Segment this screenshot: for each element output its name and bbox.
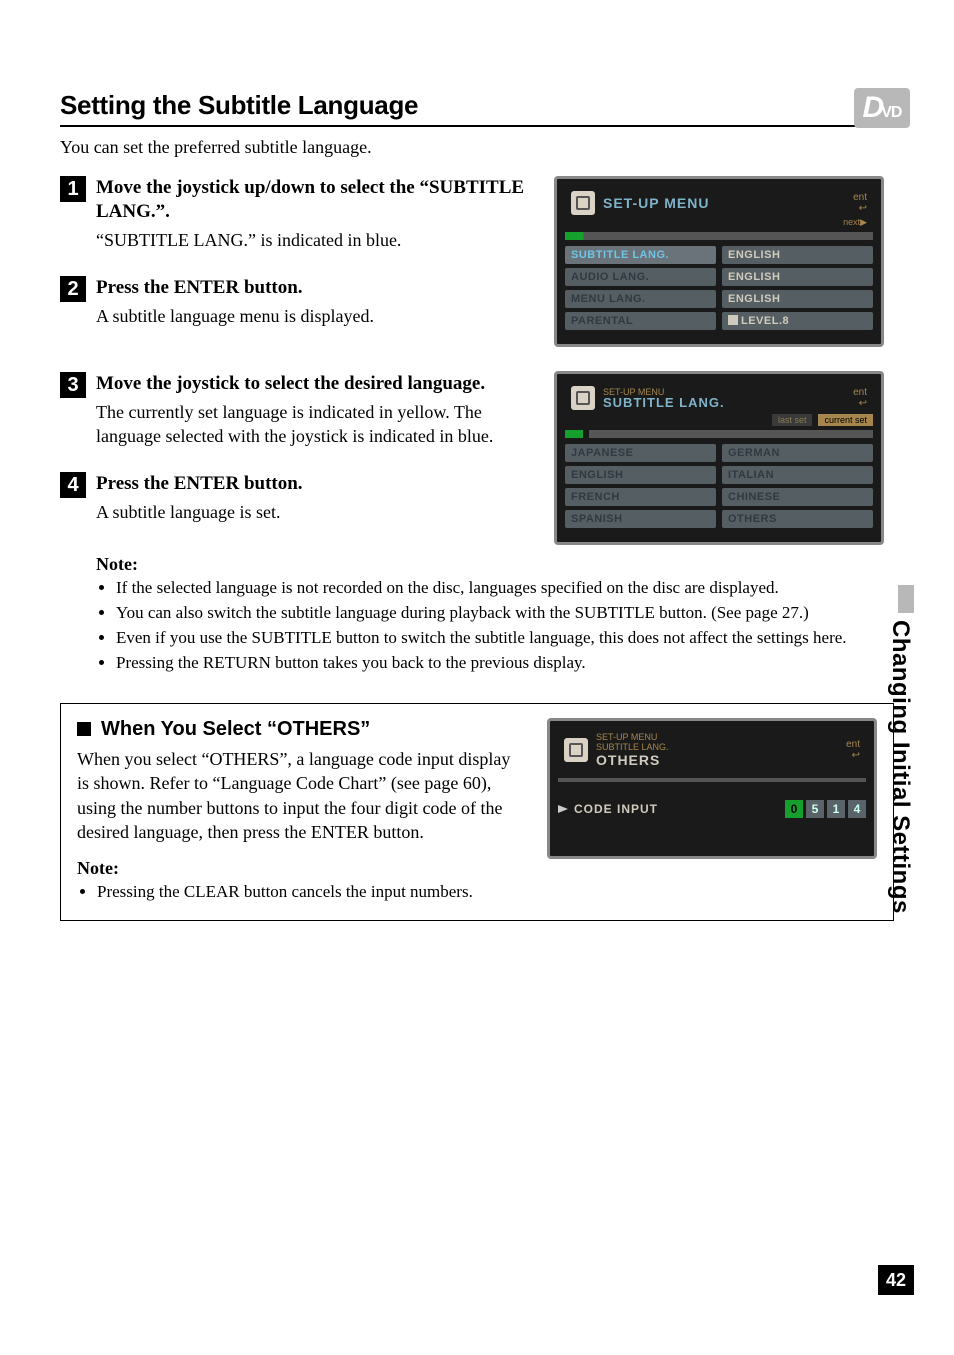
note-label: Note: (96, 554, 864, 575)
note-item: Pressing the CLEAR button cancels the in… (97, 881, 523, 904)
panel-note-block: Note: Pressing the CLEAR button cancels … (77, 858, 523, 904)
code-digit: 1 (827, 800, 845, 818)
dvd-badge: DVD (854, 88, 910, 128)
tab-current-set: current set (818, 414, 873, 426)
tab-last-set: last set (772, 414, 813, 426)
menu-row-label: PARENTAL (565, 312, 716, 330)
osd-title: OTHERS (596, 752, 838, 768)
code-input-label: CODE INPUT (574, 802, 785, 816)
step-text: A subtitle language menu is displayed. (96, 304, 530, 328)
lang-option: SPANISH (565, 510, 716, 528)
dvd-badge-vd: VD (881, 104, 901, 122)
lock-icon (728, 315, 738, 325)
lang-row: FRENCH CHINESE (565, 488, 873, 506)
panel-heading: When You Select “OTHERS” (101, 718, 370, 741)
exit-icon: ent↩ (846, 739, 860, 761)
lang-option: ITALIAN (722, 466, 873, 484)
lang-row: ENGLISH ITALIAN (565, 466, 873, 484)
code-digit: 4 (848, 800, 866, 818)
menu-row-value: ENGLISH (722, 290, 873, 308)
section-heading-bar: Setting the Subtitle Language (60, 90, 894, 127)
step-title: Move the joystick up/down to select the … (96, 176, 530, 224)
osd-title: SUBTITLE LANG. (603, 395, 845, 410)
note-list: If the selected language is not recorded… (96, 577, 864, 675)
menu-icon (564, 738, 588, 762)
page-number: 42 (878, 1265, 914, 1295)
osd-others-input: SET-UP MENU SUBTITLE LANG. OTHERS ent↩ C… (547, 718, 877, 859)
step-text: The currently set language is indicated … (96, 400, 530, 449)
intro-text: You can set the preferred subtitle langu… (60, 137, 894, 158)
menu-row-value: ENGLISH (722, 268, 873, 286)
note-item: You can also switch the subtitle languag… (116, 602, 864, 625)
note-item: If the selected language is not recorded… (116, 577, 864, 600)
menu-row: AUDIO LANG. ENGLISH (565, 268, 873, 286)
osd-nav-hint: next▶ (565, 217, 873, 228)
osd-subtitle-lang: SET-UP MENU SUBTITLE LANG. ent↩ last set… (554, 371, 884, 545)
menu-row: SUBTITLE LANG. ENGLISH (565, 246, 873, 264)
step-2: 2 Press the ENTER button. A subtitle lan… (60, 276, 530, 328)
section-heading: Setting the Subtitle Language (60, 90, 894, 125)
exit-icon: ent↩ (853, 192, 867, 214)
menu-row-value: LEVEL.8 (722, 312, 873, 330)
panel-text: When you select “OTHERS”, a language cod… (77, 747, 523, 844)
note-item: Pressing the RETURN button takes you bac… (116, 652, 864, 675)
menu-row: PARENTAL LEVEL.8 (565, 312, 873, 330)
osd-setup-menu: SET-UP MENU ent↩ next▶ SUBTITLE LANG. EN… (554, 176, 884, 347)
step-title: Move the joystick to select the desired … (96, 372, 530, 396)
osd-title: SET-UP MENU (603, 195, 845, 211)
lang-option: CHINESE (722, 488, 873, 506)
lang-option: JAPANESE (565, 444, 716, 462)
menu-icon (571, 191, 595, 215)
lang-option: OTHERS (722, 510, 873, 528)
menu-row-value: ENGLISH (722, 246, 873, 264)
exit-icon: ent↩ (853, 387, 867, 409)
osd-tabs: last set current set (565, 414, 873, 426)
others-panel: When You Select “OTHERS” When you select… (60, 703, 894, 921)
lang-row: JAPANESE GERMAN (565, 444, 873, 462)
note-item: Even if you use the SUBTITLE button to s… (116, 627, 864, 650)
progress-segment (565, 430, 583, 438)
step-title: Press the ENTER button. (96, 276, 530, 300)
menu-row-label: AUDIO LANG. (565, 268, 716, 286)
side-tab (898, 585, 914, 613)
bullet-square-icon (77, 722, 91, 736)
step-3: 3 Move the joystick to select the desire… (60, 372, 530, 448)
code-digit: 0 (785, 800, 803, 818)
code-digit: 5 (806, 800, 824, 818)
divider (558, 778, 866, 782)
progress-bar (565, 232, 873, 240)
dvd-badge-d: D (863, 91, 884, 125)
menu-row-label: MENU LANG. (565, 290, 716, 308)
pencil-icon (558, 805, 568, 813)
lang-option: FRENCH (565, 488, 716, 506)
step-number: 1 (60, 176, 86, 202)
step-number: 2 (60, 276, 86, 302)
note-block: Note: If the selected language is not re… (96, 554, 864, 675)
menu-icon (571, 386, 595, 410)
step-4: 4 Press the ENTER button. A subtitle lan… (60, 472, 530, 524)
step-1: 1 Move the joystick up/down to select th… (60, 176, 530, 252)
lang-option: GERMAN (722, 444, 873, 462)
lang-row: SPANISH OTHERS (565, 510, 873, 528)
note-label: Note: (77, 858, 523, 879)
menu-row-label: SUBTITLE LANG. (565, 246, 716, 264)
step-number: 3 (60, 372, 86, 398)
step-text: “SUBTITLE LANG.” is indicated in blue. (96, 228, 530, 252)
step-text: A subtitle language is set. (96, 500, 530, 524)
lang-option: ENGLISH (565, 466, 716, 484)
side-section-label: Changing Initial Settings (886, 620, 914, 914)
menu-row: MENU LANG. ENGLISH (565, 290, 873, 308)
step-title: Press the ENTER button. (96, 472, 530, 496)
step-number: 4 (60, 472, 86, 498)
code-digits: 0 5 1 4 (785, 800, 866, 818)
